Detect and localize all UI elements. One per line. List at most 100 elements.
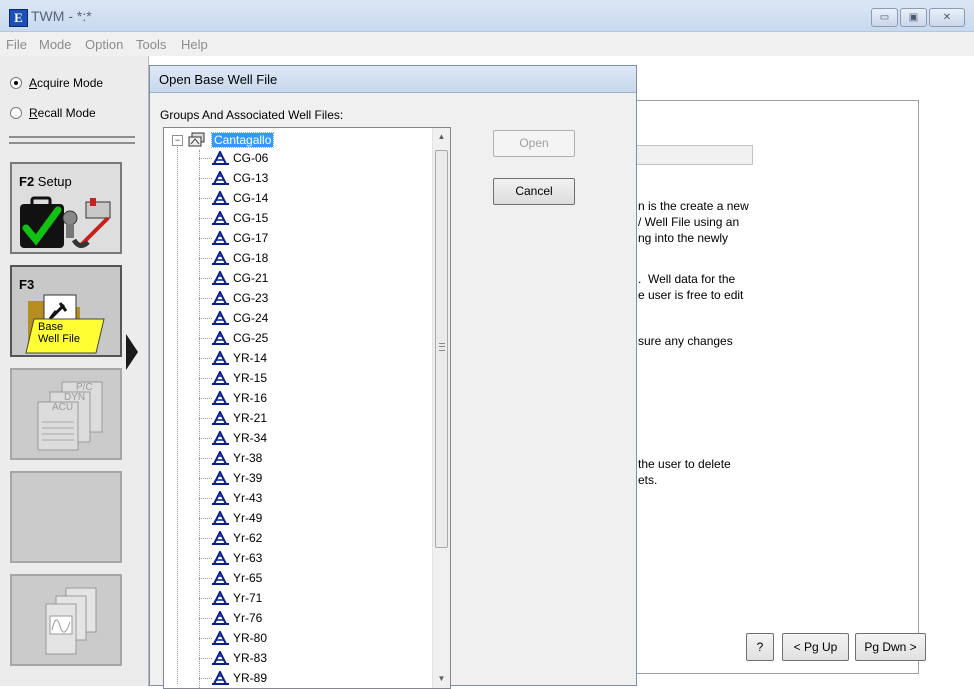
well-icon	[212, 671, 229, 685]
well-file-tree[interactable]: − Cantagallo CG-06 CG-13 CG-14 CG-15 CG-17 CG…	[163, 127, 451, 689]
well-icon	[212, 271, 229, 285]
tree-item-well[interactable]: CG-25	[199, 328, 268, 348]
reports-tile-button[interactable]: P/C DYN ACU	[10, 368, 122, 460]
groups-label: Groups And Associated Well Files:	[160, 108, 344, 122]
tree-item-well[interactable]: Yr-63	[199, 548, 262, 568]
tree-item-well[interactable]: Yr-62	[199, 528, 262, 548]
tree-connector	[199, 417, 212, 419]
tree-connector	[199, 617, 212, 619]
tree-scrollbar[interactable]: ▲ ▼	[432, 128, 450, 688]
tree-item-well[interactable]: Yr-43	[199, 488, 262, 508]
recall-mode-radio[interactable]: Recall Mode	[10, 106, 96, 120]
page-up-button[interactable]: < Pg Up	[782, 633, 849, 661]
open-button[interactable]: Open	[493, 130, 575, 157]
tree-item-well[interactable]: CG-18	[199, 248, 268, 268]
open-base-well-file-dialog: Open Base Well File Groups And Associate…	[149, 65, 637, 689]
background-panel	[637, 100, 919, 674]
minimize-button[interactable]: ▭	[871, 8, 898, 27]
tree-item-well[interactable]: CG-24	[199, 308, 268, 328]
tree-item-well[interactable]: YR-80	[199, 628, 267, 648]
tree-item-well[interactable]: YR-34	[199, 428, 267, 448]
scroll-thumb[interactable]	[435, 150, 448, 548]
tree-connector	[199, 277, 212, 279]
tree-connector	[199, 637, 212, 639]
well-icon	[212, 591, 229, 605]
well-label: CG-15	[233, 211, 269, 225]
tree-item-well[interactable]: CG-17	[199, 228, 268, 248]
tree-item-well[interactable]: Yr-76	[199, 608, 262, 628]
empty-tile-button[interactable]	[10, 471, 122, 563]
well-icon	[212, 351, 229, 365]
tree-connector	[199, 357, 212, 359]
background-text-4: the user to delete ets.	[638, 457, 731, 487]
close-button[interactable]: ✕	[929, 8, 965, 27]
tree-connector	[199, 597, 212, 599]
well-icon	[212, 311, 229, 325]
graph-report-icon	[45, 587, 97, 655]
tree-item-well[interactable]: YR-21	[199, 408, 267, 428]
tree-root-cantagallo[interactable]: − Cantagallo	[172, 131, 275, 149]
tree-item-well[interactable]: YR-16	[199, 388, 267, 408]
help-button[interactable]: ?	[746, 633, 774, 661]
well-icon	[212, 251, 229, 265]
background-text-1: n is the create a new / Well File using a…	[638, 199, 749, 245]
base-well-file-tile-button[interactable]: F3 Base Well File	[10, 265, 122, 357]
tree-line	[177, 144, 178, 684]
collapse-icon[interactable]: −	[172, 134, 183, 146]
tree-connector	[199, 437, 212, 439]
well-icon	[212, 191, 229, 205]
tree-item-well[interactable]: CG-06	[199, 148, 268, 168]
menu-tools[interactable]: Tools	[136, 37, 166, 52]
well-icon	[212, 491, 229, 505]
page-down-button[interactable]: Pg Dwn >	[855, 633, 926, 661]
well-label: CG-24	[233, 311, 269, 325]
well-icon	[212, 651, 229, 665]
tree-connector	[199, 217, 212, 219]
menu-file[interactable]: File	[6, 37, 27, 52]
tree-item-well[interactable]: YR-14	[199, 348, 267, 368]
selected-arrow-icon	[126, 334, 138, 370]
tree-connector	[199, 337, 212, 339]
setup-tile-label: F2 Setup	[19, 174, 72, 189]
cancel-button[interactable]: Cancel	[493, 178, 575, 205]
tree-connector	[199, 157, 212, 159]
acquire-mode-radio[interactable]: Acquire Mode	[10, 76, 103, 90]
tree-connector	[199, 557, 212, 559]
maximize-button[interactable]: ▣	[900, 8, 927, 27]
tree-item-well[interactable]: CG-14	[199, 188, 268, 208]
tree-item-well[interactable]: CG-21	[199, 268, 268, 288]
tree-item-well[interactable]: CG-23	[199, 288, 268, 308]
well-label: CG-06	[233, 151, 269, 165]
well-icon	[212, 471, 229, 485]
well-icon	[212, 631, 229, 645]
menu-option[interactable]: Option	[85, 37, 123, 52]
scroll-down-arrow-icon[interactable]: ▼	[433, 670, 450, 687]
tree-item-well[interactable]: YR-89	[199, 668, 267, 688]
background-field	[637, 145, 753, 165]
tree-item-well[interactable]: CG-13	[199, 168, 268, 188]
tree-connector	[199, 197, 212, 199]
scroll-grip-icon	[439, 343, 445, 351]
tree-item-well[interactable]: Yr-65	[199, 568, 262, 588]
tree-item-well[interactable]: Yr-38	[199, 448, 262, 468]
tree-item-well[interactable]: YR-83	[199, 648, 267, 668]
well-icon	[212, 611, 229, 625]
scroll-up-arrow-icon[interactable]: ▲	[433, 128, 450, 145]
tree-item-well[interactable]: YR-15	[199, 368, 267, 388]
well-label: YR-34	[233, 431, 268, 445]
tree-item-well[interactable]: Yr-49	[199, 508, 262, 528]
tree-root-label: Cantagallo	[210, 132, 275, 148]
well-label: Yr-63	[233, 551, 263, 565]
menu-help[interactable]: Help	[181, 37, 208, 52]
well-label: YR-89	[233, 671, 268, 685]
tree-connector	[199, 657, 212, 659]
menu-mode[interactable]: Mode	[39, 37, 72, 52]
setup-tile-button[interactable]: F2 Setup	[10, 162, 122, 254]
graph-tile-button[interactable]	[10, 574, 122, 666]
well-icon	[212, 371, 229, 385]
well-label: CG-17	[233, 231, 269, 245]
tree-item-well[interactable]: CG-15	[199, 208, 268, 228]
well-label: Yr-43	[233, 491, 263, 505]
tree-item-well[interactable]: Yr-39	[199, 468, 262, 488]
tree-item-well[interactable]: Yr-71	[199, 588, 262, 608]
